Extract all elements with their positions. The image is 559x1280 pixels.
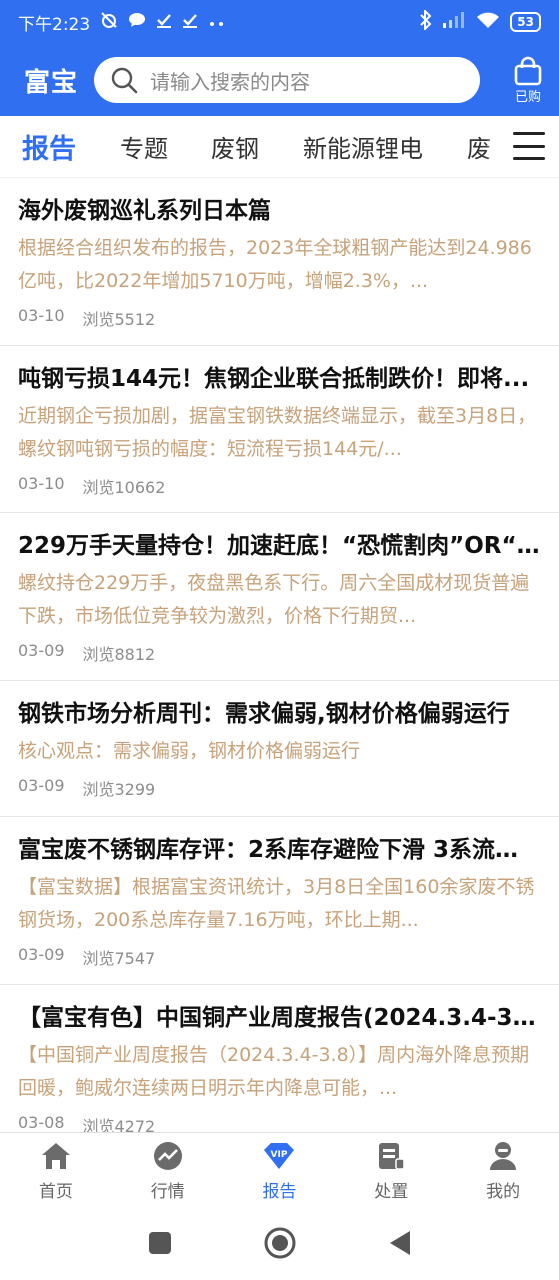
- status-time: 下午2:23: [18, 14, 91, 35]
- more-notifications-icon: [208, 12, 226, 32]
- list-item[interactable]: 【富宝有色】中国铜产业周度报告(2024.3.4-3.8) 【中国铜产业周度报告…: [0, 985, 559, 1132]
- nav-report[interactable]: VIP 报告: [224, 1133, 336, 1210]
- article-views: 浏览8812: [82, 645, 156, 665]
- tab-menu-button[interactable]: [513, 132, 545, 160]
- article-summary: 近期钢企亏损加剧，据富宝钢铁数据终端显示，截至3月8日，螺纹钢吨钢亏损的幅度：短…: [18, 404, 537, 460]
- market-icon: [153, 1142, 182, 1170]
- search-input[interactable]: 请输入搜索的内容: [94, 57, 480, 103]
- article-summary: 根据经合组织发布的报告，2023年全球粗钢产能达到24.986亿吨，比2022年…: [18, 237, 532, 292]
- nav-profile[interactable]: 我的: [447, 1133, 559, 1210]
- article-date: 03-09: [18, 776, 65, 796]
- user-icon: [490, 1142, 517, 1170]
- recents-button[interactable]: [148, 1231, 172, 1259]
- article-title: 富宝废不锈钢库存评：2系库存避险下滑 3系流通...: [18, 837, 541, 864]
- list-item[interactable]: 229万手天量持仓！加速赶底！“恐慌割肉”OR“... 螺纹持仓229万手，夜盘…: [0, 513, 559, 682]
- alarm-off-icon: [100, 11, 118, 34]
- dispose-icon: [379, 1143, 406, 1170]
- vip-icon: VIP: [264, 1143, 295, 1169]
- nav-market[interactable]: 行情: [112, 1133, 224, 1210]
- article-summary: 螺纹持仓229万手，夜盘黑色系下行。周六全国成材现货普遍下跌，市场低位竞争较为激…: [18, 572, 530, 628]
- article-views: 浏览7547: [82, 949, 156, 969]
- back-button[interactable]: [388, 1230, 412, 1260]
- nav-report-label: 报告: [262, 1182, 297, 1202]
- category-tabs: 报告 专题 废钢 新能源锂电 废: [0, 116, 559, 178]
- battery-indicator: 53: [510, 12, 541, 32]
- menu-icon-line: [513, 157, 545, 160]
- article-title: 229万手天量持仓！加速赶底！“恐慌割肉”OR“...: [18, 533, 541, 560]
- nav-profile-label: 我的: [486, 1182, 521, 1202]
- download-done-icon: [156, 12, 172, 33]
- svg-text:VIP: VIP: [271, 1150, 288, 1160]
- signal-icon: [442, 11, 466, 34]
- article-title: 【富宝有色】中国铜产业周度报告(2024.3.4-3.8): [18, 1004, 541, 1031]
- article-date: 03-09: [18, 945, 65, 965]
- tab-new-energy-lithium[interactable]: 新能源锂电: [303, 129, 423, 164]
- nav-market-label: 行情: [150, 1182, 185, 1202]
- article-date: 03-08: [18, 1112, 65, 1132]
- article-date: 03-09: [18, 641, 65, 661]
- article-views: 浏览3299: [82, 780, 156, 800]
- wifi-icon: [476, 11, 500, 34]
- nav-dispose[interactable]: 处置: [335, 1133, 447, 1210]
- article-list: 海外废钢巡礼系列日本篇 根据经合组织发布的报告，2023年全球粗钢产能达到24.…: [0, 178, 559, 1132]
- article-date: 03-10: [18, 306, 65, 325]
- article-views: 浏览5512: [82, 310, 156, 329]
- circle-icon: [264, 1227, 295, 1259]
- purchased-label: 已购: [514, 89, 541, 105]
- article-title: 吨钢亏损144元！焦钢企业联合抵制跌价！即将...: [18, 365, 530, 392]
- triangle-back-icon: [389, 1231, 410, 1255]
- article-date: 03-10: [18, 473, 65, 493]
- bottom-navigation: 首页 行情 VIP 报告 处置 我的: [0, 1132, 559, 1210]
- search-placeholder: 请输入搜索的内容: [150, 69, 310, 94]
- article-summary: 【富宝数据】根据富宝资讯统计，3月8日全国160余家废不锈钢货场，200系总库存…: [18, 876, 535, 932]
- search-icon: [111, 67, 138, 94]
- article-summary: 核心观点：需求偏弱，钢材价格偏弱运行: [18, 740, 361, 763]
- tab-topics[interactable]: 专题: [120, 129, 168, 164]
- app-header: 富宝 请输入搜索的内容 已购: [0, 44, 559, 116]
- chat-icon: [128, 12, 146, 33]
- nav-home-label: 首页: [38, 1182, 73, 1202]
- brand-logo: 富宝: [24, 67, 79, 98]
- nav-dispose-label: 处置: [374, 1182, 409, 1202]
- list-item[interactable]: 钢铁市场分析周刊：需求偏弱,钢材价格偏弱运行 核心观点：需求偏弱，钢材价格偏弱运…: [0, 681, 559, 818]
- article-title: 钢铁市场分析周刊：需求偏弱,钢材价格偏弱运行: [18, 701, 510, 728]
- article-title: 海外废钢巡礼系列日本篇: [18, 198, 271, 224]
- download-done-icon: [182, 12, 198, 33]
- shopping-bag-icon: [514, 56, 542, 85]
- menu-icon-line: [513, 144, 545, 148]
- list-item[interactable]: 海外废钢巡礼系列日本篇 根据经合组织发布的报告，2023年全球粗钢产能达到24.…: [0, 178, 559, 346]
- list-item[interactable]: 富宝废不锈钢库存评：2系库存避险下滑 3系流通... 【富宝数据】根据富宝资讯统…: [0, 817, 559, 985]
- tab-scrap-steel[interactable]: 废钢: [211, 129, 259, 164]
- article-views: 浏览4272: [82, 1116, 156, 1132]
- tab-report[interactable]: 报告: [22, 127, 76, 166]
- status-bar: 下午2:23 53: [0, 0, 559, 44]
- nav-home[interactable]: 首页: [0, 1133, 112, 1210]
- system-navigation-bar: [0, 1210, 559, 1280]
- home-button[interactable]: [264, 1227, 296, 1263]
- article-summary: 【中国铜产业周度报告（2024.3.4-3.8）】周内海外降息预期回暖，鲍威尔连…: [18, 1043, 530, 1099]
- purchased-button[interactable]: 已购: [513, 56, 543, 105]
- home-icon: [41, 1143, 70, 1169]
- list-item[interactable]: 吨钢亏损144元！焦钢企业联合抵制跌价！即将... 近期钢企亏损加剧，据富宝钢铁…: [0, 346, 559, 514]
- menu-icon-line: [513, 132, 545, 135]
- bluetooth-icon: [420, 8, 432, 35]
- square-icon: [148, 1232, 171, 1254]
- article-views: 浏览10662: [82, 477, 166, 497]
